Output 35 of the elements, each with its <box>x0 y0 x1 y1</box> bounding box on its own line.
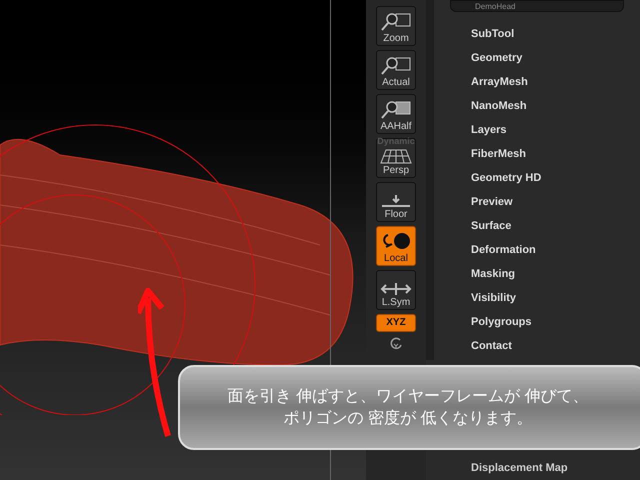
shelf-button[interactable]: Local <box>376 226 416 266</box>
viewport-canvas[interactable] <box>0 0 366 480</box>
menu-item[interactable]: Visibility <box>471 286 640 310</box>
magnifier-square-icon <box>380 100 412 120</box>
shelf-button[interactable]: AAHalf <box>376 94 416 134</box>
caption-text: 面を引き 伸ばすと、ワイヤーフレームが 伸びて、 <box>228 388 588 404</box>
shelf-button[interactable]: Floor <box>376 182 416 222</box>
menu-item[interactable]: Geometry HD <box>471 166 640 190</box>
shelf-button[interactable]: Zoom <box>376 6 416 46</box>
menu-item[interactable]: Layers <box>471 118 640 142</box>
button-caption: Dynamic <box>377 137 415 146</box>
menu-item[interactable]: Deformation <box>471 238 640 262</box>
menu-item[interactable]: Contact <box>471 334 640 358</box>
symmetry-arrows-icon <box>380 282 412 296</box>
shelf-button[interactable]: L.Sym <box>376 270 416 310</box>
floor-icon <box>380 194 412 208</box>
menu-item[interactable]: Geometry <box>471 46 640 70</box>
subtool-preview: DemoHead <box>450 0 624 12</box>
rotate-icon[interactable] <box>389 336 403 350</box>
menu-item[interactable]: Displacement Map <box>434 463 640 480</box>
shelf-button[interactable]: Actual <box>376 50 416 90</box>
local-icon <box>380 232 412 252</box>
menu-item[interactable]: Surface <box>471 214 640 238</box>
shelf-button[interactable]: Dynamic Persp <box>376 138 416 178</box>
menu-item[interactable]: ArrayMesh <box>471 70 640 94</box>
menu-item[interactable]: Polygroups <box>471 310 640 334</box>
caption-text: ポリゴンの 密度が 低くなります。 <box>284 410 532 426</box>
xyz-toggle[interactable]: XYZ <box>376 314 416 332</box>
menu-item[interactable]: Masking <box>471 262 640 286</box>
grid-icon <box>380 148 412 164</box>
menu-item[interactable]: NanoMesh <box>471 94 640 118</box>
magnifier-square-icon <box>380 56 412 76</box>
menu-item[interactable]: FiberMesh <box>471 142 640 166</box>
menu-item[interactable]: SubTool <box>471 22 640 46</box>
menu-item[interactable]: Preview <box>471 190 640 214</box>
